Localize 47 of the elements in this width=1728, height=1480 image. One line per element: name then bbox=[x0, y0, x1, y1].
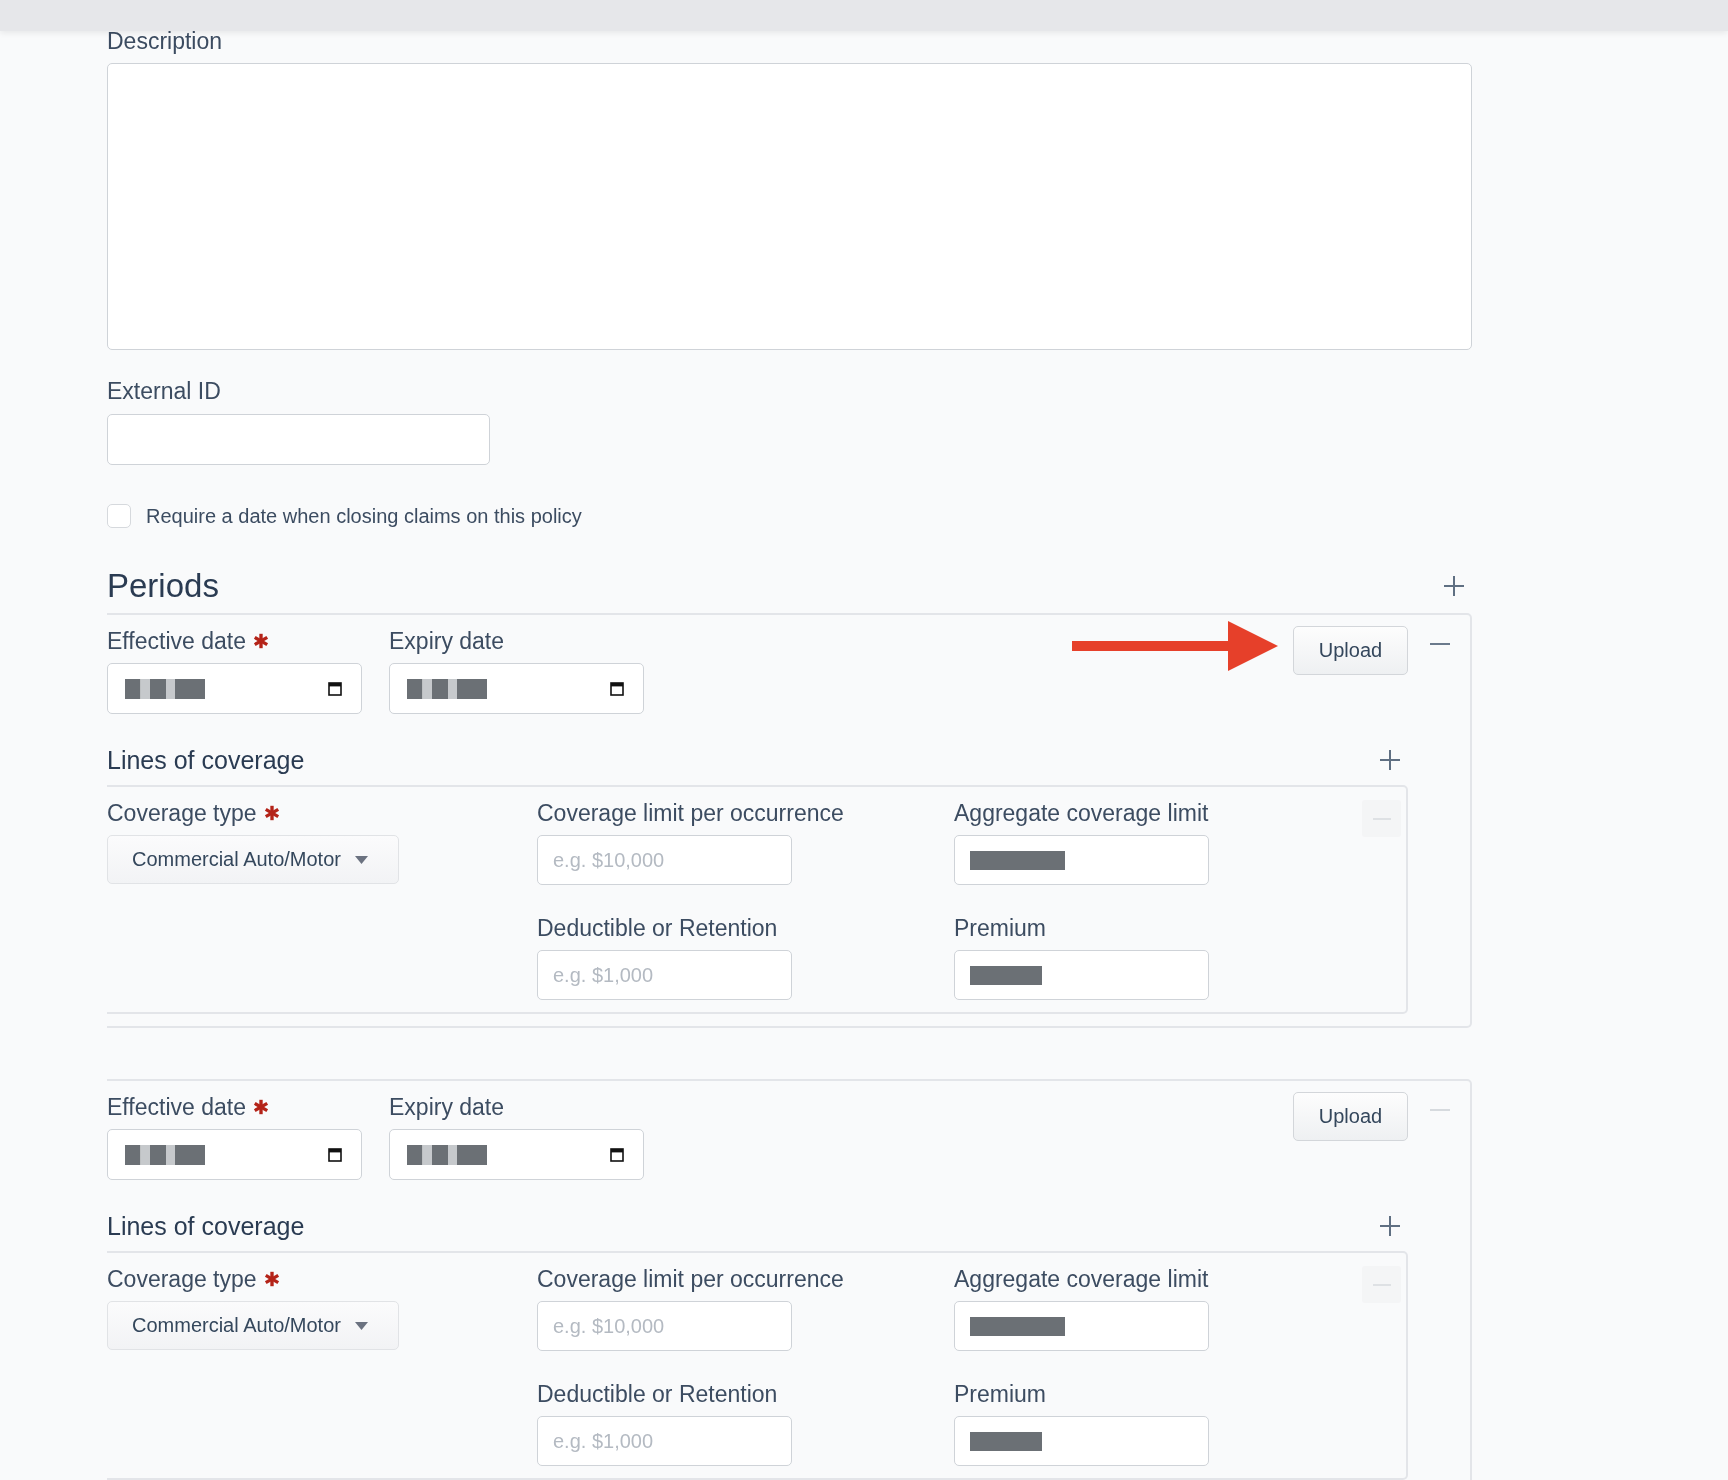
upload-button[interactable]: Upload bbox=[1293, 1092, 1408, 1141]
calendar-icon[interactable] bbox=[328, 681, 342, 696]
amount-field[interactable] bbox=[954, 1416, 1209, 1466]
plus-icon[interactable] bbox=[1380, 750, 1400, 770]
calendar-icon[interactable] bbox=[328, 1147, 342, 1162]
field-label: Coverage limit per occurrence bbox=[537, 1266, 844, 1292]
field-label: Expiry date bbox=[389, 1094, 505, 1120]
amount-field[interactable] bbox=[954, 1301, 1209, 1351]
plus-icon[interactable] bbox=[1444, 576, 1464, 596]
date-field[interactable] bbox=[107, 663, 362, 714]
amount-field[interactable]: e.g. $1,000 bbox=[537, 1416, 792, 1466]
calendar-icon[interactable] bbox=[610, 681, 624, 696]
description-field[interactable] bbox=[107, 63, 1472, 350]
field-label: Effective date bbox=[107, 1094, 246, 1120]
field-label: Coverage type bbox=[107, 1266, 257, 1292]
amount-field[interactable]: e.g. $10,000 bbox=[537, 1301, 792, 1351]
coverage-type-select[interactable]: Commercial Auto/Motor bbox=[107, 1301, 399, 1350]
field-label: Coverage type bbox=[107, 800, 257, 826]
section-title: Periods bbox=[107, 566, 219, 606]
amount-field[interactable] bbox=[954, 835, 1209, 885]
checkbox-label[interactable]: Require a date when closing claims on this policy bbox=[146, 504, 582, 528]
field-label: Premium bbox=[954, 1381, 1046, 1407]
field-label: Deductible or Retention bbox=[537, 915, 778, 941]
coverage-type-select[interactable]: Commercial Auto/Motor bbox=[107, 835, 399, 884]
calendar-icon[interactable] bbox=[610, 1147, 624, 1162]
field-label: Premium bbox=[954, 915, 1046, 941]
field-label: Deductible or Retention bbox=[537, 1381, 778, 1407]
plus-icon[interactable] bbox=[1380, 1216, 1400, 1236]
amount-field[interactable] bbox=[954, 950, 1209, 1000]
date-field[interactable] bbox=[107, 1129, 362, 1180]
section-title: Lines of coverage bbox=[107, 1211, 305, 1241]
field-label: Coverage limit per occurrence bbox=[537, 800, 844, 826]
external-id-field[interactable] bbox=[107, 414, 490, 465]
field-label: Expiry date bbox=[389, 628, 505, 654]
section-title: Lines of coverage bbox=[107, 745, 305, 775]
upload-button[interactable]: Upload bbox=[1293, 626, 1408, 675]
amount-field[interactable]: e.g. $10,000 bbox=[537, 835, 792, 885]
caret-down-icon bbox=[354, 1321, 368, 1330]
date-field[interactable] bbox=[389, 663, 644, 714]
date-field[interactable] bbox=[389, 1129, 644, 1180]
field-label: Effective date bbox=[107, 628, 246, 654]
field-label: Aggregate coverage limit bbox=[954, 1266, 1209, 1292]
checkbox[interactable] bbox=[107, 504, 131, 528]
caret-down-icon bbox=[354, 855, 368, 864]
field-label: Aggregate coverage limit bbox=[954, 800, 1209, 826]
field-label: External ID bbox=[107, 378, 221, 404]
amount-field[interactable]: e.g. $1,000 bbox=[537, 950, 792, 1000]
